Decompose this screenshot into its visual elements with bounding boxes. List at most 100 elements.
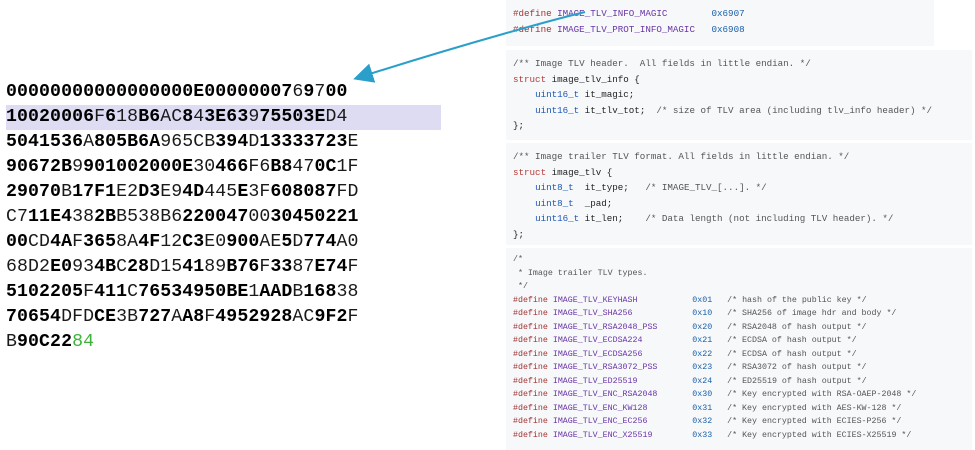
hex-segment: 7: [314, 82, 326, 102]
code-token: #define: [513, 336, 548, 345]
hex-segment: F: [149, 232, 161, 252]
code-line: * Image trailer TLV types.: [513, 267, 916, 281]
hex-segment: E4: [50, 207, 73, 227]
hex-line: C711E4382BB538B62200470030450221: [6, 205, 441, 230]
hex-segment: F: [204, 307, 216, 327]
hex-segment: F: [94, 107, 106, 127]
code-token: /* ECDSA of hash output */: [727, 349, 857, 359]
hex-segment: 33: [270, 257, 293, 277]
hex-segment: A: [83, 132, 95, 152]
hex-segment: 47: [292, 157, 315, 177]
hex-segment: 17: [72, 182, 95, 202]
code-token: /* IMAGE_TLV_[...]. */: [645, 182, 767, 194]
code-line: */: [513, 280, 916, 294]
code-token: 0x30: [692, 390, 713, 399]
code-panel-tlv-types: /* * Image trailer TLV types. */ #define …: [506, 248, 972, 450]
code-token: #define: [513, 322, 548, 332]
hex-segment: 8: [182, 107, 194, 127]
code-token: #define: [513, 295, 548, 305]
code-panel-tlv-info-struct: /** Image TLV header. All fields in litt…: [506, 50, 972, 140]
code-line: struct image_tlv_info {: [513, 72, 932, 88]
hex-segment: 41: [182, 257, 205, 277]
hex-segment: A8: [182, 307, 205, 327]
hex-segment: 4D: [182, 182, 205, 202]
code-token: #define: [513, 363, 548, 372]
hex-segment: 5: [281, 232, 293, 252]
hex-segment: 75503: [259, 107, 315, 127]
hex-segment: 4: [138, 232, 150, 252]
hex-segment: 89: [204, 257, 227, 277]
code-token: };: [513, 228, 525, 240]
hex-segment: 2200: [182, 207, 227, 227]
code-line: #define IMAGE_TLV_ENC_EC256 0x32 /* Key …: [513, 415, 916, 429]
hex-segment: 1333: [259, 132, 304, 152]
code-line: #define IMAGE_TLV_ENC_KW128 0x31 /* Key …: [513, 402, 916, 416]
code-token: it_tlv_tot;: [579, 104, 657, 116]
code-token: * Image trailer TLV types.: [513, 268, 648, 278]
hex-line: 29070B17F1E2D3E94D445E3F608087FD: [6, 180, 441, 205]
hex-segment: B: [61, 157, 73, 177]
code-token: /*: [513, 255, 523, 264]
code-token: /* hash of the public key */: [727, 295, 867, 305]
hex-segment: F: [347, 307, 359, 327]
hex-segment: 1: [248, 282, 260, 302]
code-line: #define IMAGE_TLV_SHA256 0x10 /* SHA256 …: [513, 307, 916, 321]
hex-segment: A0: [336, 232, 359, 252]
code-line: #define IMAGE_TLV_ENC_RSA2048 0x30 /* Ke…: [513, 388, 916, 402]
code-token: it_len;: [579, 213, 646, 225]
hex-segment: E63: [215, 107, 249, 127]
hex-segment: B: [61, 182, 73, 202]
code-token: IMAGE_TLV_RSA2048_PSS: [552, 322, 658, 332]
code-token: IMAGE_TLV_ED25519: [552, 376, 638, 386]
hex-dump: 00000000000000000E0000000769700 10020006F…: [6, 80, 441, 355]
code-token: IMAGE_TLV_ENC_EC256: [552, 417, 648, 426]
code-token: uint8_t: [535, 197, 574, 209]
code-token: /* ED25519 of hash output */: [727, 376, 867, 386]
code-token: 0x6907: [711, 8, 745, 19]
hex-segment: 07: [270, 82, 293, 102]
code-token: /* RSA3072 of hash output */: [727, 363, 867, 372]
hex-segment: 9: [303, 82, 315, 102]
hex-segment: 3723: [303, 132, 348, 152]
hex-segment: 30450221: [270, 207, 359, 227]
hex-segment: 3B: [116, 307, 139, 327]
hex-segment: E0: [50, 257, 73, 277]
hex-segment: 84: [72, 332, 95, 352]
hex-segment: 41: [94, 282, 117, 302]
code-token: /* ECDSA of hash output */: [727, 336, 857, 345]
code-line: struct image_tlv {: [513, 165, 893, 181]
code-token: IMAGE_TLV_INFO_MAGIC: [557, 8, 668, 19]
code-line: uint16_t it_tlv_tot; /* size of TLV area…: [513, 103, 932, 119]
code-token: #define: [513, 23, 552, 35]
code-token: it_magic;: [579, 89, 635, 101]
code-token: /** Image TLV header. All fields in litt…: [513, 58, 811, 69]
code-token: 0x21: [692, 336, 713, 345]
hex-segment: 965: [160, 132, 194, 152]
hex-segment: 8A: [116, 232, 139, 252]
hex-segment: 9: [72, 157, 84, 177]
hex-segment: 0C: [314, 157, 337, 177]
code-line: /** Image trailer TLV format. All fields…: [513, 149, 893, 165]
hex-line: B90C2284: [6, 330, 441, 355]
code-token: #define: [513, 349, 548, 359]
hex-segment: 11: [28, 207, 51, 227]
code-panel-tlv-struct: /** Image trailer TLV format. All fields…: [506, 143, 972, 245]
hex-segment: E: [193, 82, 205, 102]
hex-segment: 805: [94, 132, 128, 152]
hex-segment: 30: [193, 157, 216, 177]
hex-segment: CD: [28, 232, 51, 252]
code-token: IMAGE_TLV_ENC_X25519: [552, 430, 653, 440]
hex-segment: D3: [138, 182, 161, 202]
hex-segment: D: [292, 232, 304, 252]
hex-segment: 4A: [50, 232, 73, 252]
